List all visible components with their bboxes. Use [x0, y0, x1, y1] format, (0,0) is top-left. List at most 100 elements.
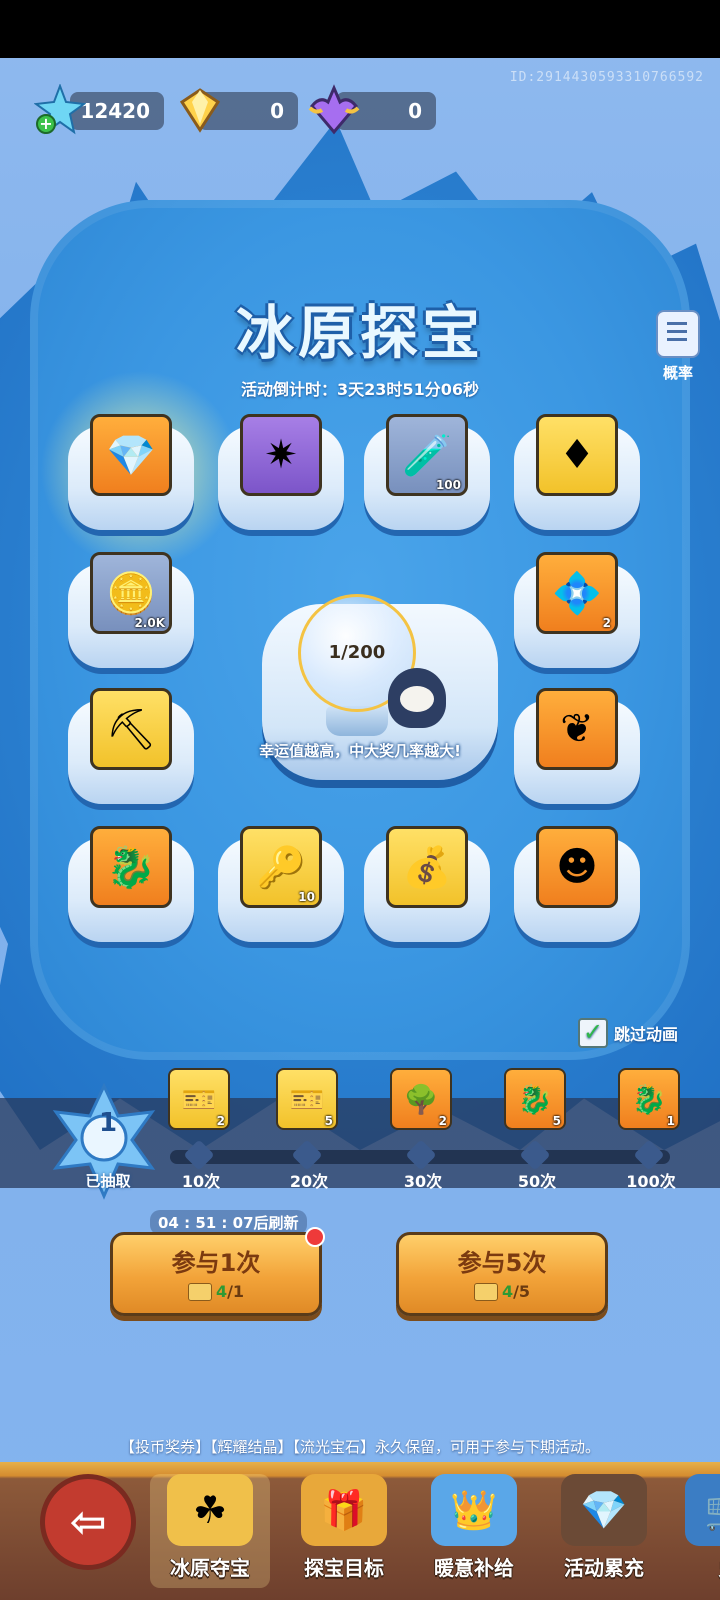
skip-animation-toggle[interactable]: ✓ 跳过动画 — [578, 1018, 678, 1048]
milestone-count: 2 — [438, 1114, 447, 1128]
milestone-tile: 🌳 2 — [390, 1068, 452, 1130]
nav-tab[interactable]: 🛒兑 — [668, 1474, 720, 1588]
reward-tile: ✷ — [240, 414, 322, 496]
nav-tab-label: 暖意补给 — [434, 1556, 514, 1580]
retention-note: 【投币奖券】【辉耀结晶】【流光宝石】永久保留，可用于参与下期活动。 — [119, 1438, 600, 1456]
reward-tile: ☻ — [536, 826, 618, 908]
page-title: 冰原探宝 — [235, 299, 484, 367]
penguin-mascot — [388, 668, 446, 728]
milestone-count: 1 — [666, 1114, 675, 1128]
milestone-reward[interactable]: 🐉 1 — [618, 1068, 684, 1134]
nav-glyph: ☘ — [192, 1488, 228, 1532]
back-button[interactable]: ⇦ — [40, 1474, 136, 1570]
purple-gem-value: 0 — [408, 99, 422, 123]
milestone-reward[interactable]: 🎫 2 — [168, 1068, 234, 1134]
document-icon — [656, 310, 700, 358]
reward-count: 10 — [298, 890, 315, 904]
gold-coin-icon: 🪙 — [106, 570, 156, 617]
draw-once-button[interactable]: 参与1次 4 /1 — [110, 1227, 325, 1316]
status-bar — [0, 0, 720, 58]
milestone-tile: 🎫 2 — [168, 1068, 230, 1130]
milestone-tile: 🐉 5 — [504, 1068, 566, 1130]
star-shield-icon: ✷ — [264, 432, 298, 478]
snow-crystal-value: 12420 — [80, 99, 150, 123]
dragon-puzzle-icon: 🐉 — [631, 1082, 667, 1116]
draw-once-label: 参与1次 — [171, 1249, 261, 1277]
reward-count: 100 — [435, 478, 461, 492]
milestone-label: 50次 — [517, 1172, 557, 1191]
milestone-tile: 🎫 5 — [276, 1068, 338, 1130]
draw-five-need: /5 — [513, 1282, 531, 1301]
reward-slot[interactable]: 💠 2 — [512, 552, 642, 670]
purple-gem-icon — [308, 84, 360, 135]
tree-icon: 🌳 — [403, 1082, 439, 1116]
reward-tile: 💰 — [386, 826, 468, 908]
reward-tile: 🧪 100 — [386, 414, 468, 496]
reward-count: 2.0K — [134, 616, 165, 630]
nav-tab[interactable]: 🎁 探宝目标 — [284, 1474, 404, 1588]
svg-text:+: + — [39, 114, 52, 133]
nav-tab-label: 探宝目标 — [304, 1556, 384, 1580]
milestone-label: 100次 — [626, 1172, 676, 1191]
pickaxe-icon: ⛏ — [105, 706, 157, 753]
gem-chest-icon: 💎 — [561, 1474, 647, 1546]
reward-slot[interactable]: 🪙 2.0K — [66, 552, 196, 670]
reward-slot[interactable]: 🔑 10 — [216, 826, 346, 944]
snow-crystal-add-icon[interactable]: + — [34, 84, 86, 136]
nav-tab[interactable]: 💎 活动累充 — [544, 1474, 664, 1588]
reward-slot[interactable]: 🐉 — [66, 826, 196, 944]
nav-glyph: 👑 — [450, 1487, 498, 1532]
crown-gem-icon: 👑 — [431, 1474, 517, 1546]
milestone-reward[interactable]: 🌳 2 — [390, 1068, 456, 1134]
coin-bag-icon: 💰 — [402, 844, 452, 891]
draw-count-value: 1 — [98, 1108, 118, 1138]
milestone-label: 30次 — [403, 1172, 443, 1191]
nav-tab-label: 活动累充 — [564, 1556, 644, 1580]
reward-count: 2 — [602, 616, 611, 630]
reward-slot[interactable]: ❦ — [512, 688, 642, 806]
gold-gem-value: 0 — [270, 99, 284, 123]
reward-tile: ⛏ — [90, 688, 172, 770]
draw-five-button[interactable]: 参与5次 4 /5 — [396, 1232, 608, 1316]
reward-slot[interactable]: ☻ — [512, 826, 642, 944]
draw-five-label: 参与5次 — [457, 1249, 547, 1277]
purple-winged-gem-icon: 💎 — [106, 432, 156, 479]
gold-winged-gem-icon: ♦ — [559, 432, 595, 478]
back-arrow-icon: ⇦ — [69, 1496, 107, 1548]
reward-tile: 💎 — [90, 414, 172, 496]
reward-tile: ♦ — [536, 414, 618, 496]
milestone-label: 20次 — [289, 1172, 329, 1191]
draw-count-label: 已抽取 — [85, 1172, 131, 1190]
ticket-icon — [473, 1282, 498, 1301]
reward-slot[interactable]: 💰 — [362, 826, 492, 944]
reward-slot[interactable]: 🧪 100 — [362, 414, 492, 532]
probability-button[interactable]: 概率 — [650, 310, 706, 383]
user-id: ID:2914430593310766592 — [509, 70, 704, 85]
reward-slot[interactable]: 💎 — [66, 414, 196, 532]
nav-glyph: 💎 — [580, 1487, 628, 1532]
clover-coin-icon: ☘ — [167, 1474, 253, 1546]
exchange-icon: 🛒 — [685, 1474, 720, 1546]
gold-wing-icon: ❦ — [560, 706, 594, 752]
draw-once-have: 4 — [215, 1282, 228, 1301]
milestone-count: 2 — [216, 1114, 225, 1128]
ticket-icon: 🎫 — [289, 1082, 325, 1116]
nav-tab[interactable]: 👑 暖意补给 — [414, 1474, 534, 1588]
purple-spirit-icon: ☻ — [556, 844, 598, 890]
notification-dot — [305, 1227, 325, 1247]
milestone-reward[interactable]: 🎫 5 — [276, 1068, 342, 1134]
reward-slot[interactable]: ✷ — [216, 414, 346, 532]
milestone-count: 5 — [552, 1114, 561, 1128]
nav-tab[interactable]: ☘ 冰原夺宝 — [150, 1474, 270, 1588]
milestone-reward[interactable]: 🐉 5 — [504, 1068, 570, 1134]
ticket-icon: 🎫 — [181, 1082, 217, 1116]
draw-once-need: /1 — [227, 1282, 245, 1301]
reward-slot[interactable]: ♦ — [512, 414, 642, 532]
reward-tile: 🪙 2.0K — [90, 552, 172, 634]
treasure-chest-icon: 🎁 — [301, 1474, 387, 1546]
luck-value: 1/200 — [328, 642, 386, 663]
reward-tile: 💠 2 — [536, 552, 618, 634]
nav-tab-label: 兑 — [668, 1552, 720, 1581]
dragon-puzzle-icon: 🐉 — [106, 844, 156, 891]
reward-slot[interactable]: ⛏ — [66, 688, 196, 806]
